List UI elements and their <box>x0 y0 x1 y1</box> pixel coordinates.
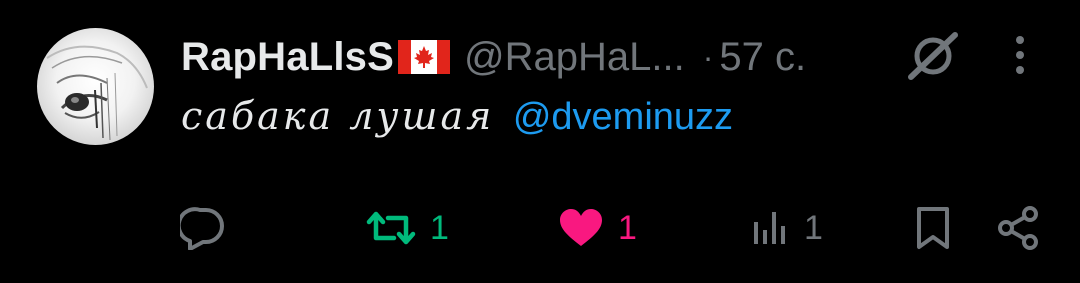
tweet-header: RapHaLlsS @RapHaL... · 57 с. <box>181 32 806 82</box>
timestamp[interactable]: 57 с. <box>719 35 806 80</box>
avatar-image <box>46 45 148 141</box>
reply-button[interactable] <box>180 204 226 252</box>
canada-flag-icon <box>397 40 450 74</box>
tweet[interactable]: RapHaLlsS @RapHaL... · 57 с. сабака луша… <box>0 0 1080 283</box>
views-count: 1 <box>804 208 823 247</box>
share-icon <box>998 206 1038 250</box>
more-options-icon[interactable] <box>1009 34 1031 76</box>
views-button[interactable]: 1 <box>750 204 823 252</box>
like-count: 1 <box>618 208 637 247</box>
bookmark-button[interactable] <box>913 204 953 252</box>
avatar[interactable] <box>37 28 154 145</box>
separator-dot: · <box>702 38 714 75</box>
like-button[interactable]: 1 <box>558 204 637 252</box>
reply-icon <box>180 207 224 250</box>
retweet-count: 1 <box>430 208 449 247</box>
views-chart-icon <box>754 212 785 244</box>
retweet-icon <box>366 211 416 245</box>
heart-icon <box>560 209 602 246</box>
tweet-text: сабака лушая @dveminuzz <box>181 94 733 139</box>
display-name[interactable]: RapHaLlsS <box>181 35 394 80</box>
retweet-button[interactable]: 1 <box>366 204 449 252</box>
share-button[interactable] <box>996 204 1042 252</box>
user-handle[interactable]: @RapHaL... <box>464 35 685 80</box>
grok-icon[interactable] <box>905 31 961 81</box>
bookmark-icon <box>917 207 949 249</box>
mention-link[interactable]: @dveminuzz <box>513 96 733 138</box>
tweet-body: сабака лушая <box>181 94 495 138</box>
